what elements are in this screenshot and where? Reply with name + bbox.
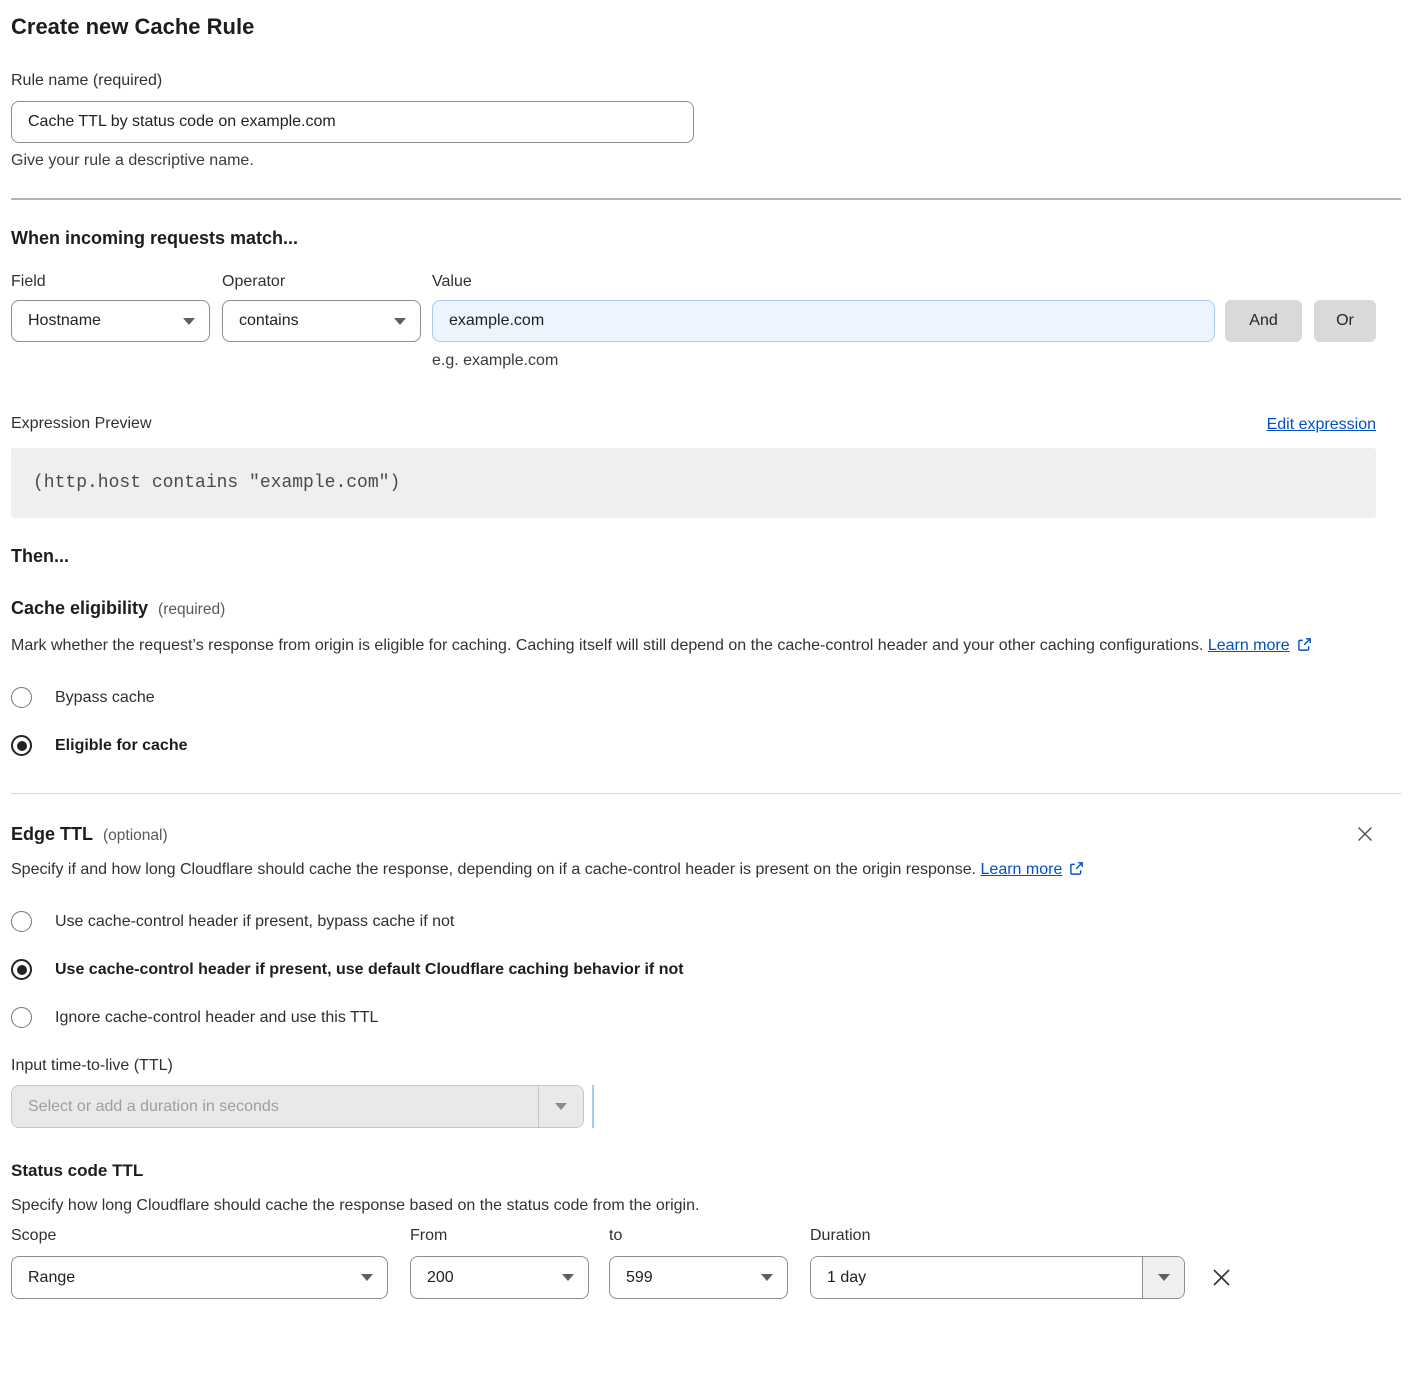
- or-button[interactable]: Or: [1314, 300, 1376, 342]
- radio-option-label: Bypass cache: [55, 689, 155, 707]
- close-icon: [1356, 831, 1374, 846]
- field-select-value: Hostname: [28, 312, 173, 330]
- learn-more-link[interactable]: Learn more: [981, 861, 1063, 878]
- cache-control-default-option[interactable]: Use cache-control header if present, use…: [11, 959, 1376, 980]
- then-heading: Then...: [11, 545, 1376, 567]
- duration-input[interactable]: [811, 1257, 1142, 1298]
- to-select[interactable]: 599: [609, 1256, 788, 1299]
- match-heading: When incoming requests match...: [11, 227, 1376, 249]
- ignore-cache-control-radio[interactable]: [11, 1007, 32, 1028]
- ttl-select-arrow-segment: [538, 1086, 583, 1127]
- chevron-down-icon: [183, 318, 195, 325]
- create-cache-rule-form: Create new Cache Rule Rule name (require…: [0, 14, 1412, 1299]
- to-select-value: 599: [626, 1269, 751, 1287]
- to-label: to: [609, 1226, 788, 1246]
- value-label: Value: [432, 272, 1215, 292]
- bypass-cache-option[interactable]: Bypass cache: [11, 687, 1376, 708]
- expression-preview-block: (http.host contains "example.com"): [11, 448, 1376, 518]
- operator-select-value: contains: [239, 312, 384, 330]
- close-icon: [1211, 1276, 1232, 1291]
- eligible-for-cache-radio[interactable]: [11, 735, 32, 756]
- operator-label: Operator: [222, 272, 421, 292]
- rule-name-helper: Give your rule a descriptive name.: [11, 151, 1376, 171]
- ttl-select-disabled: Select or add a duration in seconds: [11, 1085, 584, 1128]
- match-condition-row: Field Hostname Operator contains Value A…: [11, 272, 1376, 342]
- from-select-value: 200: [427, 1269, 552, 1287]
- duration-label: Duration: [810, 1226, 1185, 1246]
- chevron-down-icon: [361, 1274, 373, 1281]
- chevron-down-icon: [555, 1103, 567, 1110]
- cache-eligibility-description: Mark whether the request’s response from…: [11, 632, 1356, 662]
- scope-label: Scope: [11, 1226, 388, 1246]
- cache-control-default-radio[interactable]: [11, 959, 32, 980]
- field-label: Field: [11, 272, 210, 292]
- status-code-ttl-row: Scope Range From 200 to 599 Duration: [11, 1226, 1376, 1299]
- bypass-cache-radio[interactable]: [11, 687, 32, 708]
- rule-name-input[interactable]: [11, 101, 694, 143]
- section-divider: [11, 793, 1401, 794]
- section-divider: [11, 198, 1401, 200]
- chevron-down-icon: [394, 318, 406, 325]
- external-link-icon: [1069, 858, 1084, 886]
- chevron-down-icon: [1158, 1274, 1170, 1281]
- eligible-for-cache-option[interactable]: Eligible for cache: [11, 735, 1376, 756]
- required-badge: (required): [158, 601, 225, 619]
- value-hint: e.g. example.com: [432, 351, 1376, 371]
- status-code-ttl-description: Specify how long Cloudflare should cache…: [11, 1194, 1376, 1218]
- edge-ttl-description: Specify if and how long Cloudflare shoul…: [11, 856, 1126, 886]
- ignore-cache-control-option[interactable]: Ignore cache-control header and use this…: [11, 1007, 1376, 1028]
- edge-ttl-options: Use cache-control header if present, byp…: [11, 911, 1376, 1028]
- cache-eligibility-options: Bypass cache Eligible for cache: [11, 687, 1376, 756]
- duration-dropdown-button[interactable]: [1142, 1257, 1184, 1298]
- from-select[interactable]: 200: [410, 1256, 589, 1299]
- radio-option-label: Ignore cache-control header and use this…: [55, 1009, 378, 1027]
- edge-ttl-heading: Edge TTL: [11, 823, 93, 845]
- cache-control-bypass-radio[interactable]: [11, 911, 32, 932]
- status-row-delete-button[interactable]: [1209, 1265, 1234, 1290]
- ttl-select-focus-line: [592, 1085, 594, 1128]
- cache-eligibility-heading: Cache eligibility: [11, 597, 148, 619]
- expression-preview-label: Expression Preview: [11, 414, 152, 434]
- field-select[interactable]: Hostname: [11, 300, 210, 342]
- from-label: From: [410, 1226, 589, 1246]
- page-title: Create new Cache Rule: [11, 14, 1376, 40]
- edit-expression-link[interactable]: Edit expression: [1267, 416, 1376, 434]
- edge-ttl-close-button[interactable]: [1354, 823, 1376, 845]
- duration-combobox[interactable]: [810, 1256, 1185, 1299]
- optional-badge: (optional): [103, 827, 168, 845]
- scope-select[interactable]: Range: [11, 1256, 388, 1299]
- radio-option-label: Use cache-control header if present, use…: [55, 961, 684, 979]
- radio-option-label: Eligible for cache: [55, 737, 187, 755]
- cache-control-bypass-option[interactable]: Use cache-control header if present, byp…: [11, 911, 1376, 932]
- chevron-down-icon: [562, 1274, 574, 1281]
- status-code-ttl-heading: Status code TTL: [11, 1160, 1376, 1182]
- operator-select[interactable]: contains: [222, 300, 421, 342]
- and-button[interactable]: And: [1225, 300, 1302, 342]
- rule-name-label: Rule name (required): [11, 71, 1376, 91]
- external-link-icon: [1297, 634, 1312, 662]
- chevron-down-icon: [761, 1274, 773, 1281]
- expression-code: (http.host contains "example.com"): [33, 473, 400, 493]
- value-input[interactable]: [432, 300, 1215, 342]
- scope-select-value: Range: [28, 1269, 351, 1287]
- learn-more-link[interactable]: Learn more: [1208, 637, 1290, 654]
- ttl-select-placeholder: Select or add a duration in seconds: [12, 1086, 538, 1127]
- ttl-input-label: Input time-to-live (TTL): [11, 1056, 1376, 1076]
- radio-option-label: Use cache-control header if present, byp…: [55, 913, 454, 931]
